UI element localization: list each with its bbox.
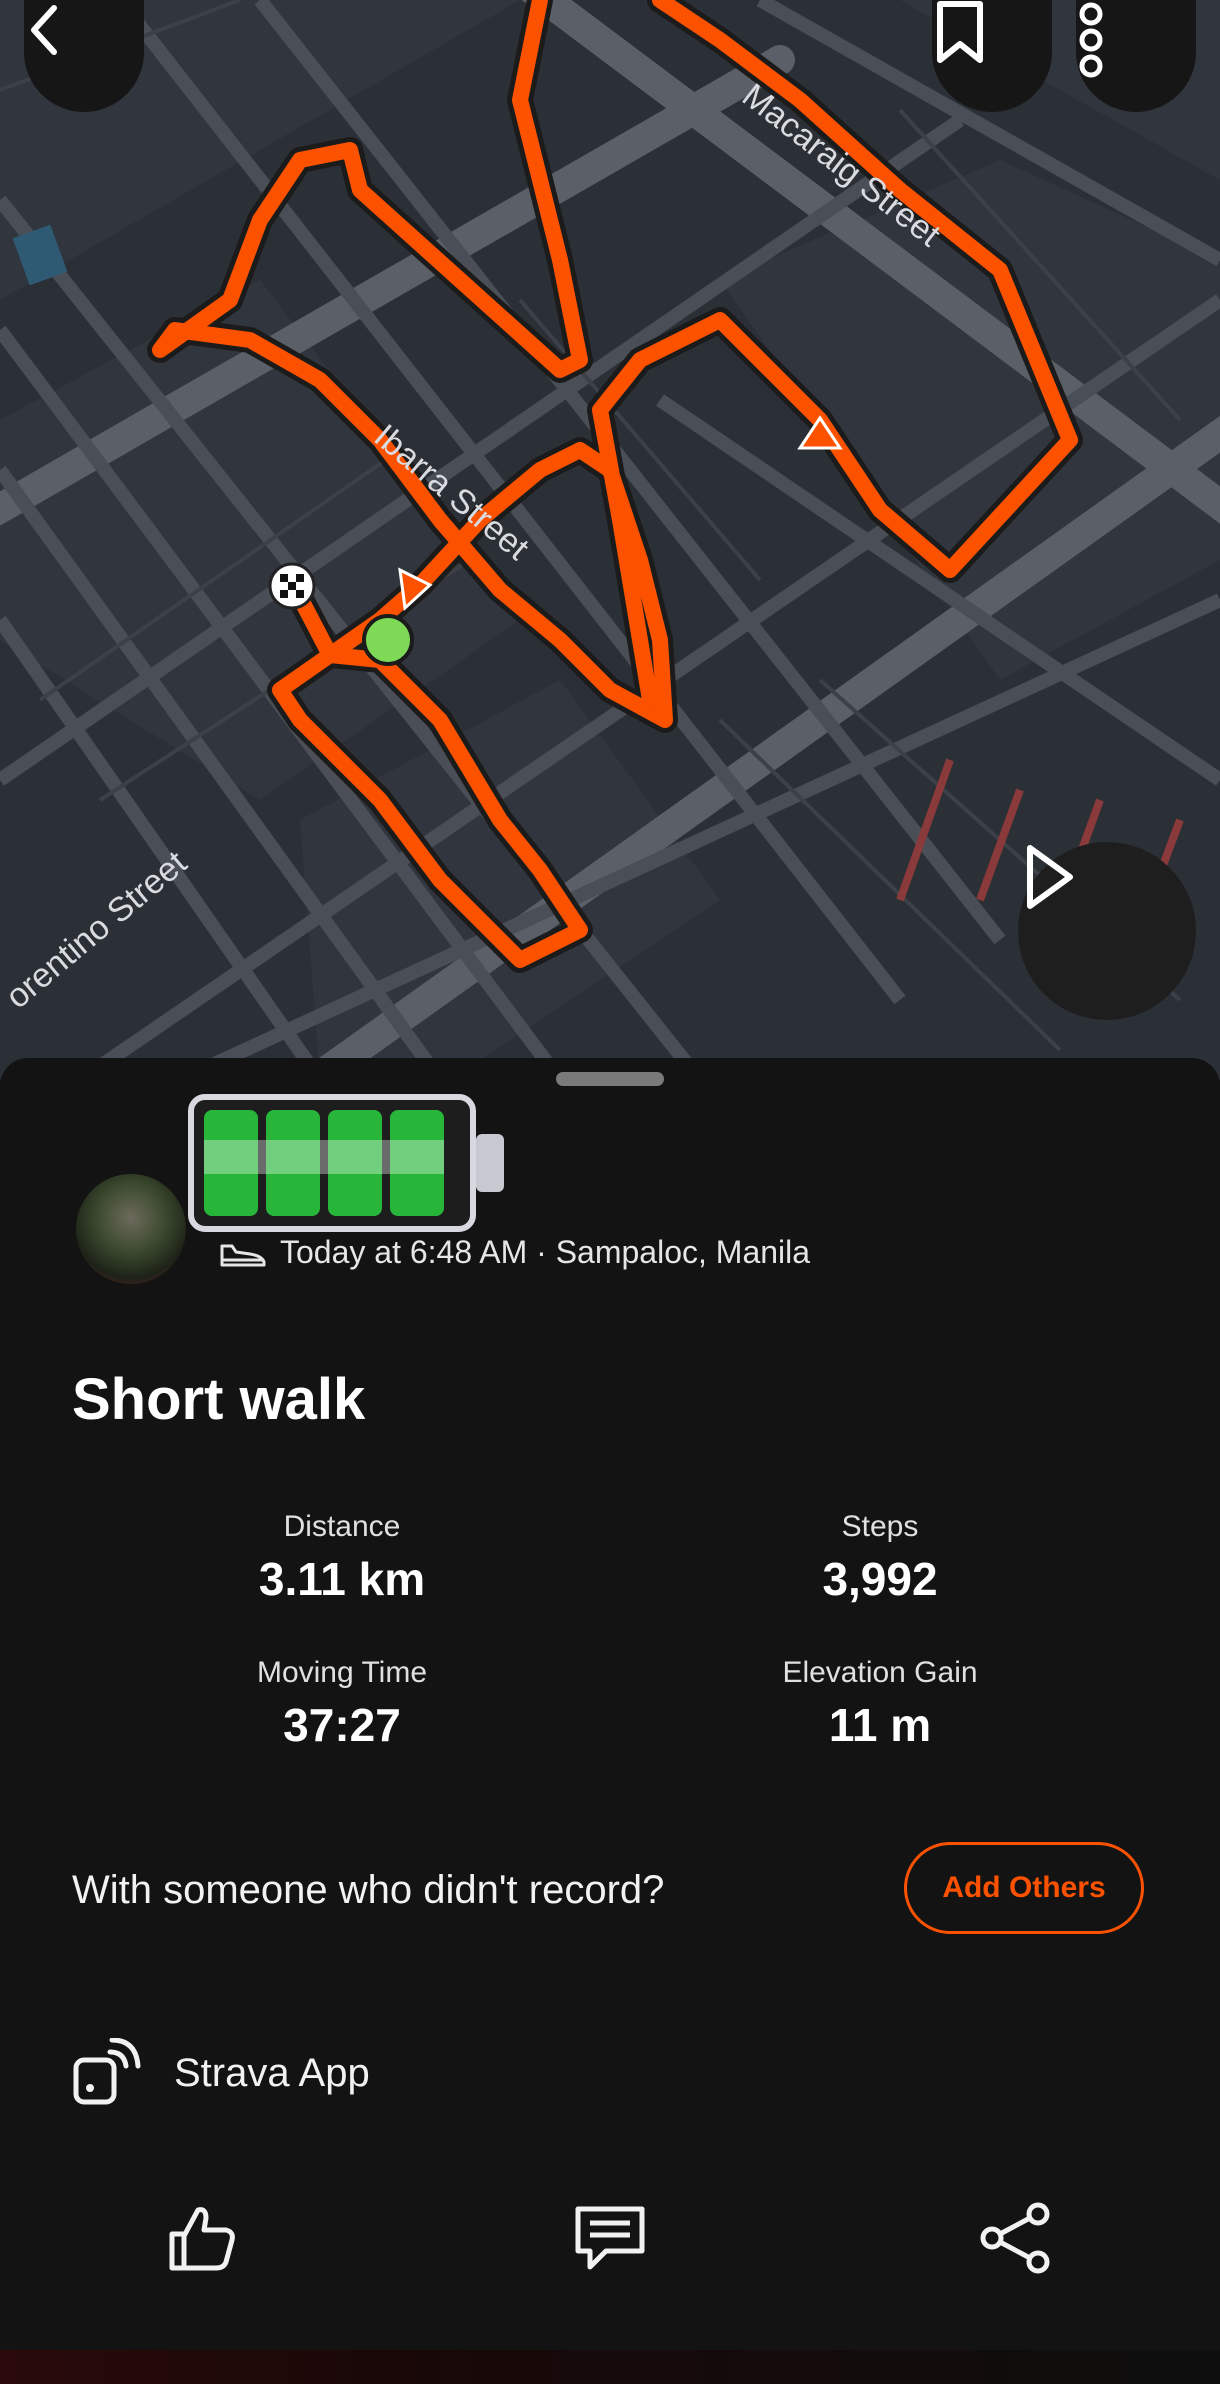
chevron-left-icon [31, 5, 57, 55]
stat-elevation-gain: Elevation Gain 11 m [630, 1656, 1130, 1752]
share-icon [980, 2202, 1050, 2274]
play-icon [1027, 845, 1073, 909]
kudos-button[interactable] [162, 2198, 242, 2278]
stat-label: Moving Time [256, 1656, 428, 1689]
device-broadcast-icon [73, 2038, 141, 2105]
stat-label: Distance [283, 1510, 401, 1543]
stat-value: 3.11 km [258, 1553, 426, 1605]
finish-marker [268, 562, 316, 610]
battery-icon [188, 1094, 504, 1232]
more-vertical-icon [1079, 2, 1103, 78]
stat-label: Elevation Gain [782, 1656, 978, 1689]
sheet-handle[interactable] [556, 1072, 664, 1086]
device-label: Strava App [174, 2050, 370, 2095]
activity-sheet: Today at 6:48 AM · Sampaloc, Manila Shor… [0, 1058, 1220, 2350]
stat-label: Steps [841, 1510, 919, 1543]
route-map[interactable]: Macaraig Street Ibarra Street orentino S… [0, 0, 1220, 1080]
comment-button[interactable] [570, 2198, 650, 2278]
comment-icon [575, 2206, 645, 2270]
stat-value: 11 m [828, 1699, 932, 1751]
activity-title: Short walk [72, 1367, 366, 1432]
bookmark-icon [937, 1, 983, 63]
activity-meta: Today at 6:48 AM · Sampaloc, Manila [218, 1234, 810, 1271]
bottom-strip [0, 2350, 1220, 2384]
thumbs-up-icon [169, 2207, 235, 2271]
activity-date-location: Today at 6:48 AM · Sampaloc, Manila [280, 1234, 811, 1270]
stat-moving-time: Moving Time 37:27 [92, 1656, 592, 1752]
avatar[interactable] [76, 1174, 186, 1284]
play-flyover-button[interactable] [1018, 842, 1196, 1020]
share-button[interactable] [976, 2198, 1056, 2278]
shoe-icon [220, 1244, 266, 1266]
start-marker [362, 614, 414, 666]
add-others-button[interactable]: Add Others [904, 1842, 1144, 1934]
with-others-prompt: With someone who didn't record? [72, 1868, 665, 1912]
stat-distance: Distance 3.11 km [92, 1510, 592, 1606]
street-label-florentino: orentino Street [0, 843, 194, 1016]
stat-value: 3,992 [822, 1553, 938, 1605]
stat-steps: Steps 3,992 [630, 1510, 1130, 1606]
stat-value: 37:27 [283, 1699, 401, 1751]
device-row[interactable]: Strava App [72, 2038, 370, 2108]
